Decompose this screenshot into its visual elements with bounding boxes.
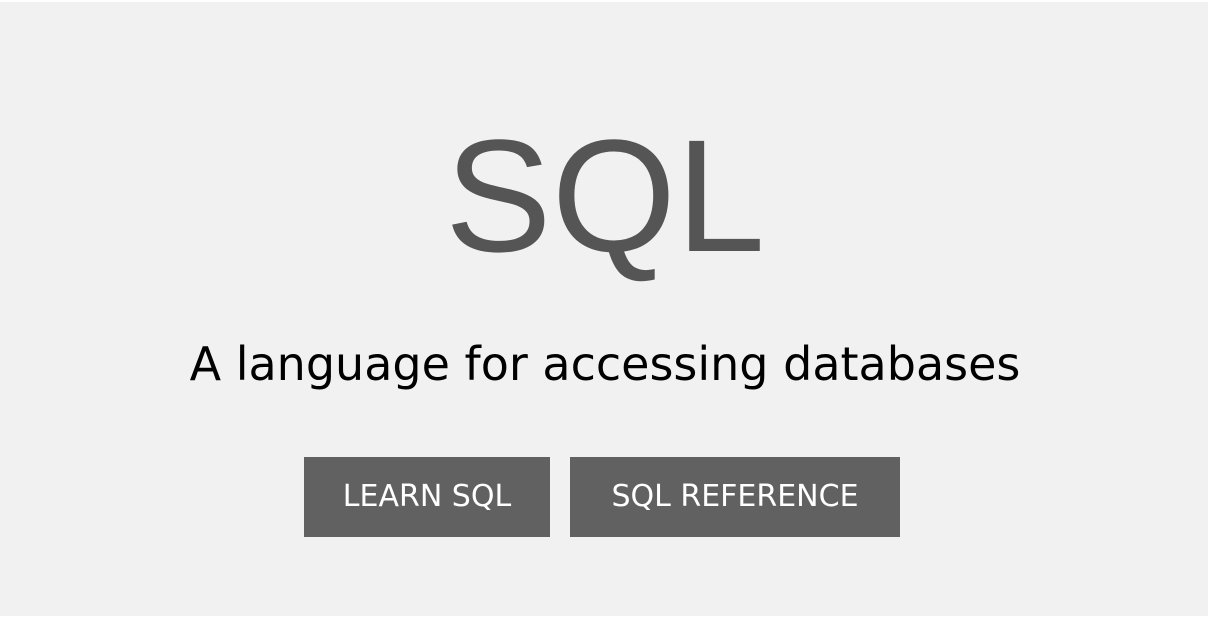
sql-reference-button[interactable]: SQL REFERENCE [570, 457, 900, 537]
page-title: SQL [444, 106, 766, 285]
page-subtitle: A language for accessing databases [189, 337, 1021, 391]
hero-section: SQL A language for accessing databases L… [0, 2, 1210, 616]
learn-sql-button[interactable]: LEARN SQL [304, 457, 550, 537]
